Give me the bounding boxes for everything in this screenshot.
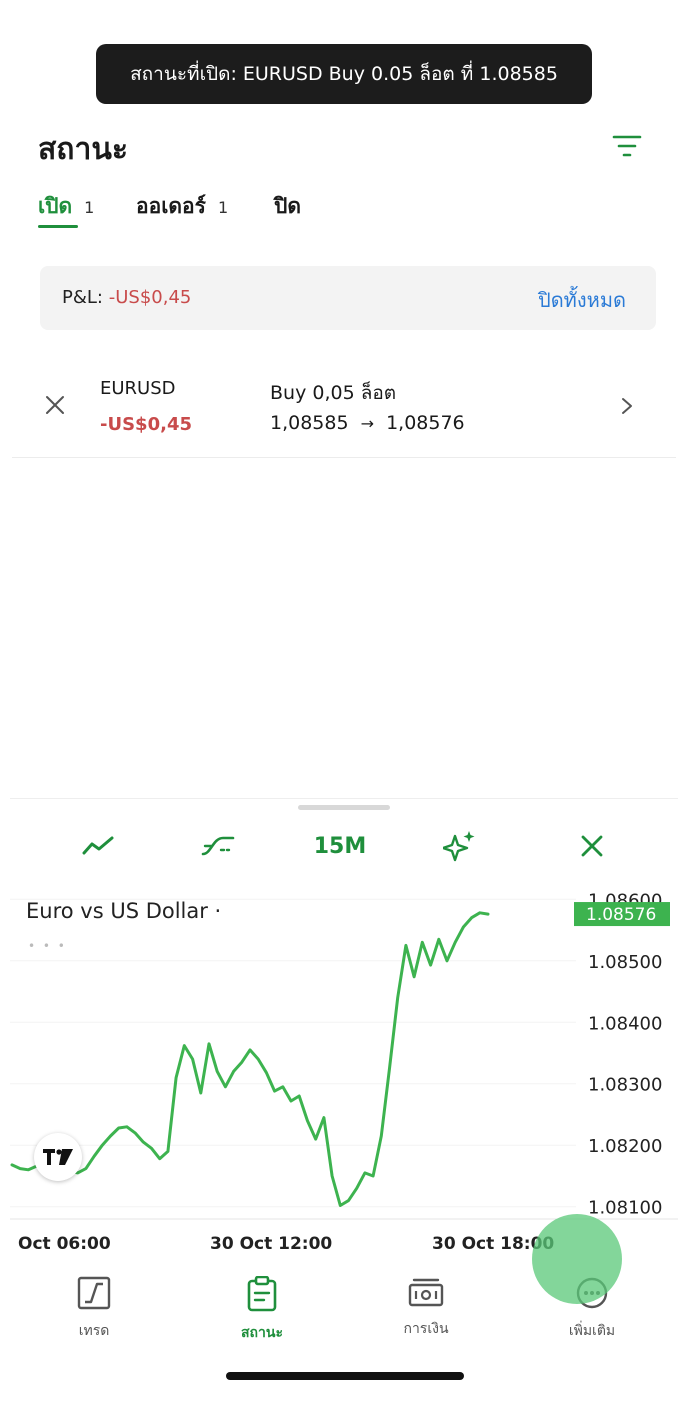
nav-more-label: เพิ่มเติม xyxy=(568,1323,616,1339)
indicators-button[interactable] xyxy=(196,829,240,863)
x-tick-label: 30 Oct 12:00 xyxy=(210,1234,332,1254)
line-chart-icon xyxy=(82,836,114,855)
tab-orders[interactable]: ออเดอร์ 1 xyxy=(136,190,228,223)
tab-orders-label: ออเดอร์ xyxy=(136,194,206,218)
timeframe-button[interactable]: 15M xyxy=(304,829,376,863)
tab-active-indicator xyxy=(38,225,78,228)
close-chart-button[interactable] xyxy=(570,829,614,863)
y-tick-label: 1.08500 xyxy=(588,952,662,973)
tab-open-label: เปิด xyxy=(38,194,73,218)
tab-closed[interactable]: ปิด xyxy=(274,190,301,223)
toast-notification: สถานะที่เปิด: EURUSD Buy 0.05 ล็อต ที่ 1… xyxy=(96,44,592,104)
finance-icon xyxy=(408,1278,444,1307)
tradingview-logo-icon xyxy=(43,1149,73,1165)
nav-positions-label: สถานะ xyxy=(241,1325,283,1341)
y-tick-label: 1.08400 xyxy=(588,1013,662,1034)
tab-open-count: 1 xyxy=(84,198,95,217)
pnl-summary-bar: P&L: -US$0,45 ปิดทั้งหมด xyxy=(40,266,656,330)
pnl-label: P&L: xyxy=(62,287,103,308)
close-icon xyxy=(581,835,603,857)
price-series-line xyxy=(10,911,490,1207)
timeframe-label: 15M xyxy=(313,833,367,859)
price-chart-svg: 1.086001.085001.084001.083001.082001.081… xyxy=(10,890,678,1254)
chart-options-dots[interactable]: • • • xyxy=(28,939,67,953)
y-tick-label: 1.08200 xyxy=(588,1136,662,1157)
ai-sparkle-button[interactable] xyxy=(438,829,482,863)
home-indicator xyxy=(226,1372,464,1380)
indicators-icon xyxy=(201,836,235,856)
tab-closed-label: ปิด xyxy=(274,194,301,218)
pnl-value: -US$0,45 xyxy=(108,287,192,308)
last-price-label: 1.08576 xyxy=(586,905,656,925)
nav-trade-label: เทรด xyxy=(78,1323,110,1339)
chevron-right-icon[interactable] xyxy=(620,396,634,416)
chart-title: Euro vs US Dollar · xyxy=(26,899,222,923)
nav-finance-label: การเงิน xyxy=(403,1321,449,1337)
position-pnl: -US$0,45 xyxy=(100,414,192,435)
line-chart-button[interactable] xyxy=(76,829,120,863)
nav-positions[interactable]: สถานะ xyxy=(202,1275,322,1344)
pnl-summary: P&L: -US$0,45 xyxy=(62,287,191,308)
open-price: 1,08585 xyxy=(270,412,349,434)
sparkle-icon xyxy=(443,831,475,862)
chart-sheet: 15M 1.08600 1.08500 1.08400 1.08300 1.08200 1… xyxy=(10,798,678,1268)
position-symbol: EURUSD xyxy=(100,378,176,399)
close-all-button[interactable]: ปิดทั้งหมด xyxy=(538,284,626,316)
position-prices: 1,08585 → 1,08576 xyxy=(270,412,465,434)
tab-orders-count: 1 xyxy=(217,198,229,217)
arrow-right-icon: → xyxy=(360,414,375,433)
current-price: 1,08576 xyxy=(386,412,465,434)
x-tick-label: Oct 06:00 xyxy=(18,1234,111,1254)
position-side: Buy 0,05 ล็อต xyxy=(270,382,397,404)
y-tick-label: 1.08300 xyxy=(588,1075,662,1096)
tradingview-logo[interactable] xyxy=(34,1133,82,1181)
toast-text: สถานะที่เปิด: EURUSD Buy 0.05 ล็อต ที่ 1… xyxy=(130,63,558,85)
page-title: สถานะ xyxy=(38,132,128,167)
filter-icon[interactable] xyxy=(612,134,642,158)
sheet-grabber[interactable] xyxy=(298,805,390,810)
positions-icon xyxy=(247,1275,277,1312)
touch-indicator xyxy=(532,1214,622,1304)
y-tick-label: 1.08100 xyxy=(588,1198,662,1219)
trade-icon xyxy=(77,1276,111,1310)
tab-open[interactable]: เปิด 1 xyxy=(38,190,95,228)
nav-finance[interactable]: การเงิน xyxy=(366,1276,486,1340)
close-position-icon[interactable] xyxy=(44,394,66,416)
position-row[interactable]: EURUSD -US$0,45 Buy 0,05 ล็อต 1,08585 → … xyxy=(12,362,676,458)
nav-trade[interactable]: เทรด xyxy=(34,1276,154,1342)
price-chart[interactable]: 1.08600 1.08500 1.08400 1.08300 1.08200 1.081… xyxy=(10,887,678,1267)
